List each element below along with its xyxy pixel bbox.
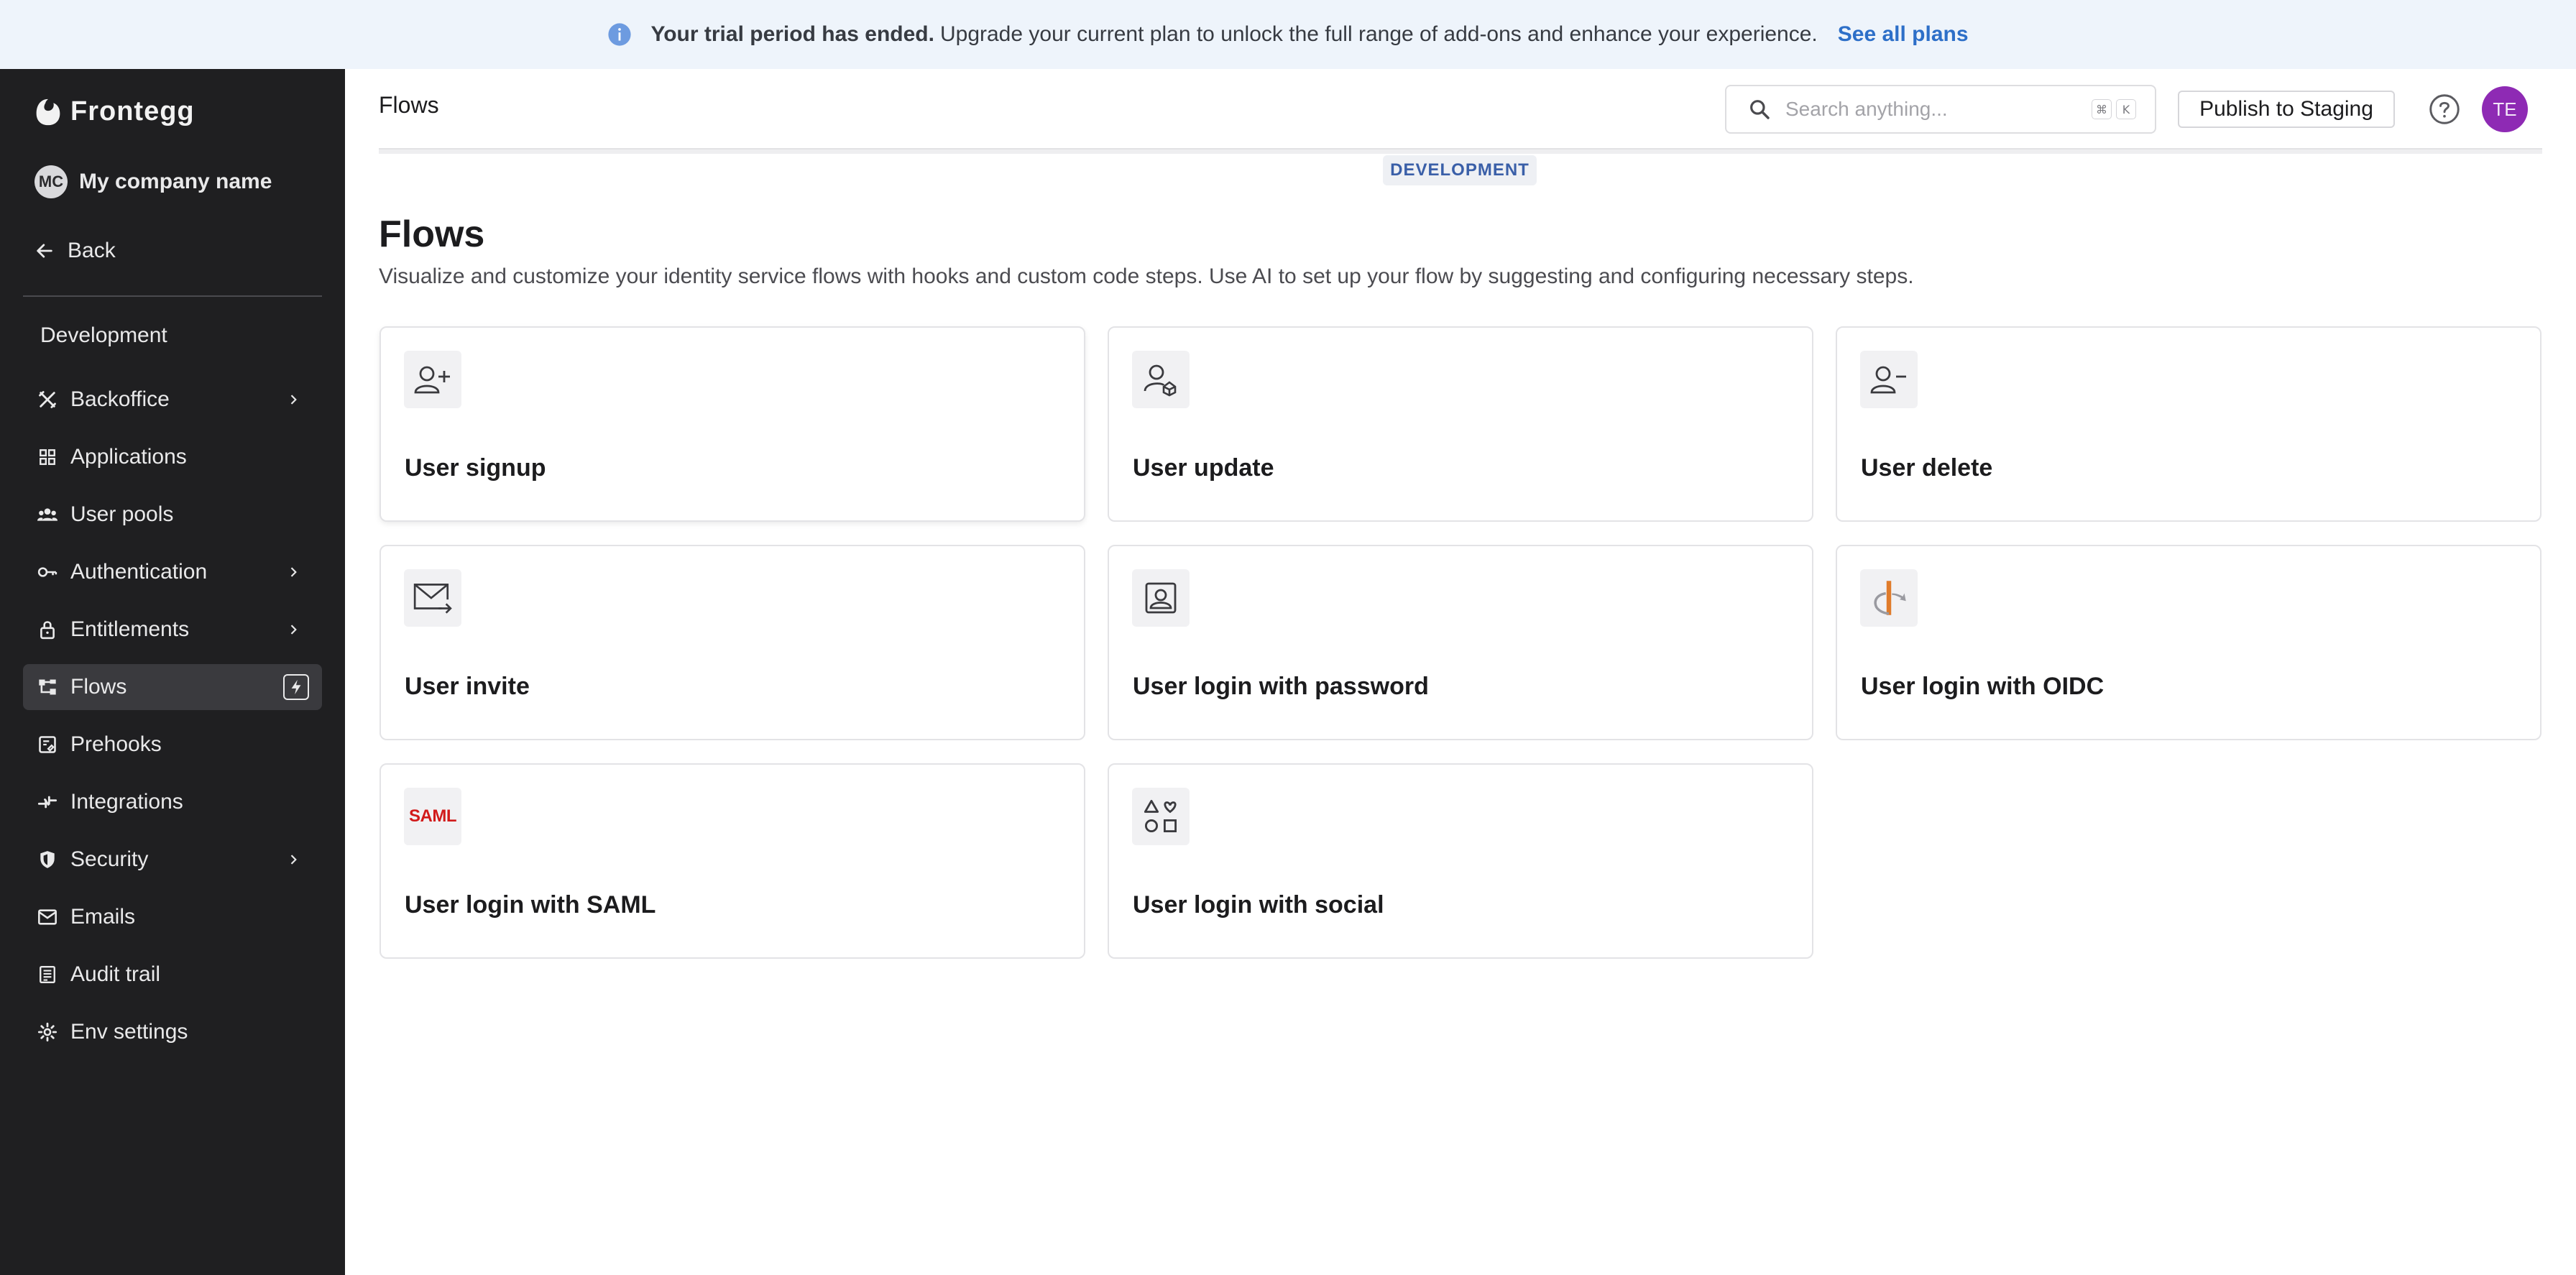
sidebar-item-label: Authentication (70, 560, 208, 584)
user-update-icon (1132, 351, 1190, 408)
search-input[interactable] (1785, 98, 2087, 121)
user-plus-icon (404, 351, 461, 408)
sidebar-item-integrations[interactable]: Integrations (23, 779, 322, 825)
card-title: User signup (405, 454, 546, 482)
banner-text: Upgrade your current plan to unlock the … (939, 22, 1818, 46)
mail-invite-icon (404, 569, 461, 627)
environment-divider (379, 148, 2542, 154)
trial-banner: Your trial period has ended. Upgrade you… (0, 0, 2576, 69)
sidebar-item-authentication[interactable]: Authentication (23, 549, 322, 595)
sidebar-item-label: Prehooks (70, 732, 162, 756)
saml-icon: SAML (404, 788, 461, 845)
user-card-icon (1132, 569, 1190, 627)
tools-icon (37, 390, 58, 410)
logo-text: Frontegg (70, 96, 195, 126)
back-button[interactable]: Back (34, 239, 116, 263)
users-icon (37, 505, 58, 525)
sidebar-item-env-settings[interactable]: Env settings (23, 1009, 322, 1055)
ai-bolt-badge (283, 674, 309, 700)
sidebar-item-audit-trail[interactable]: Audit trail (23, 952, 322, 998)
mail-icon (37, 907, 58, 927)
gear-icon (37, 1022, 58, 1042)
sidebar-item-security[interactable]: Security (23, 837, 322, 883)
flows-icon (37, 677, 58, 697)
flow-card-user-update[interactable]: User update (1108, 326, 1813, 522)
sidebar: Frontegg MC My company name Back Develop… (0, 69, 345, 1275)
sidebar-divider (23, 295, 322, 297)
search-icon (1750, 100, 1770, 119)
shortcut-key-cmd: ⌘ (2092, 99, 2112, 119)
chevron-right-icon (290, 625, 297, 635)
logo[interactable]: Frontegg (34, 96, 195, 127)
sidebar-item-flows[interactable]: Flows (23, 664, 322, 710)
company-avatar: MC (34, 165, 68, 198)
help-icon[interactable] (2429, 93, 2460, 125)
sidebar-item-entitlements[interactable]: Entitlements (23, 607, 322, 653)
card-title: User login with social (1133, 891, 1384, 919)
sidebar-item-applications[interactable]: Applications (23, 434, 322, 480)
shortcut-key-k: K (2116, 99, 2136, 119)
card-title: User login with SAML (405, 891, 656, 919)
sidebar-item-label: Backoffice (70, 387, 170, 411)
lightning-icon (291, 679, 301, 695)
sidebar-item-label: User pools (70, 502, 174, 526)
banner-bold-text: Your trial period has ended. (650, 22, 934, 46)
frontegg-logo-icon (36, 98, 60, 125)
sidebar-item-label: Emails (70, 905, 136, 929)
shield-icon (37, 850, 58, 870)
openid-icon (1860, 569, 1918, 627)
sidebar-item-label: Env settings (70, 1020, 188, 1044)
flow-card-user-login-social[interactable]: User login with social (1108, 763, 1813, 959)
user-avatar[interactable]: TE (2482, 86, 2528, 132)
key-icon (37, 562, 58, 582)
sidebar-item-prehooks[interactable]: Prehooks (23, 722, 322, 768)
sidebar-item-emails[interactable]: Emails (23, 894, 322, 940)
chevron-right-icon (290, 855, 297, 865)
flow-card-user-signup[interactable]: User signup (380, 326, 1085, 522)
flow-card-user-invite[interactable]: User invite (380, 545, 1085, 740)
publish-to-staging-button[interactable]: Publish to Staging (2178, 91, 2395, 128)
sidebar-item-label: Security (70, 847, 149, 871)
see-all-plans-link[interactable]: See all plans (1838, 22, 1969, 47)
prehooks-icon (37, 735, 58, 755)
sidebar-item-user-pools[interactable]: User pools (23, 492, 322, 538)
search-box[interactable]: ⌘ K (1725, 85, 2156, 134)
flow-card-user-delete[interactable]: User delete (1836, 326, 2542, 522)
card-title: User update (1133, 454, 1274, 482)
sidebar-section-title: Development (40, 323, 167, 347)
sidebar-item-label: Audit trail (70, 962, 161, 986)
card-title: User login with OIDC (1861, 673, 2104, 700)
back-label: Back (68, 239, 116, 262)
page-title: Flows (379, 213, 485, 255)
sidebar-item-label: Flows (70, 675, 127, 699)
list-icon (37, 965, 58, 985)
card-title: User delete (1861, 454, 1993, 482)
grid-icon (37, 447, 58, 467)
sidebar-item-label: Integrations (70, 790, 183, 814)
info-icon (608, 23, 632, 46)
card-title: User login with password (1133, 673, 1429, 700)
lock-icon (37, 620, 58, 640)
company-name: My company name (79, 170, 272, 193)
sidebar-item-backoffice[interactable]: Backoffice (23, 377, 322, 423)
shapes-icon (1132, 788, 1190, 845)
header-title: Flows (379, 92, 439, 118)
integrations-icon (37, 792, 58, 812)
sidebar-item-label: Applications (70, 445, 187, 469)
flow-card-user-login-oidc[interactable]: User login with OIDC (1836, 545, 2542, 740)
arrow-left-icon (37, 244, 52, 258)
chevron-right-icon (290, 567, 297, 577)
chevron-right-icon (290, 395, 297, 405)
environment-badge: DEVELOPMENT (1383, 155, 1537, 185)
flow-card-user-login-saml[interactable]: SAML User login with SAML (380, 763, 1085, 959)
saml-logo-text: SAML (409, 806, 457, 826)
user-minus-icon (1860, 351, 1918, 408)
flow-card-user-login-password[interactable]: User login with password (1108, 545, 1813, 740)
card-title: User invite (405, 673, 530, 700)
company-switcher[interactable]: MC My company name (34, 165, 272, 198)
page-description: Visualize and customize your identity se… (379, 264, 1914, 288)
sidebar-item-label: Entitlements (70, 617, 190, 641)
